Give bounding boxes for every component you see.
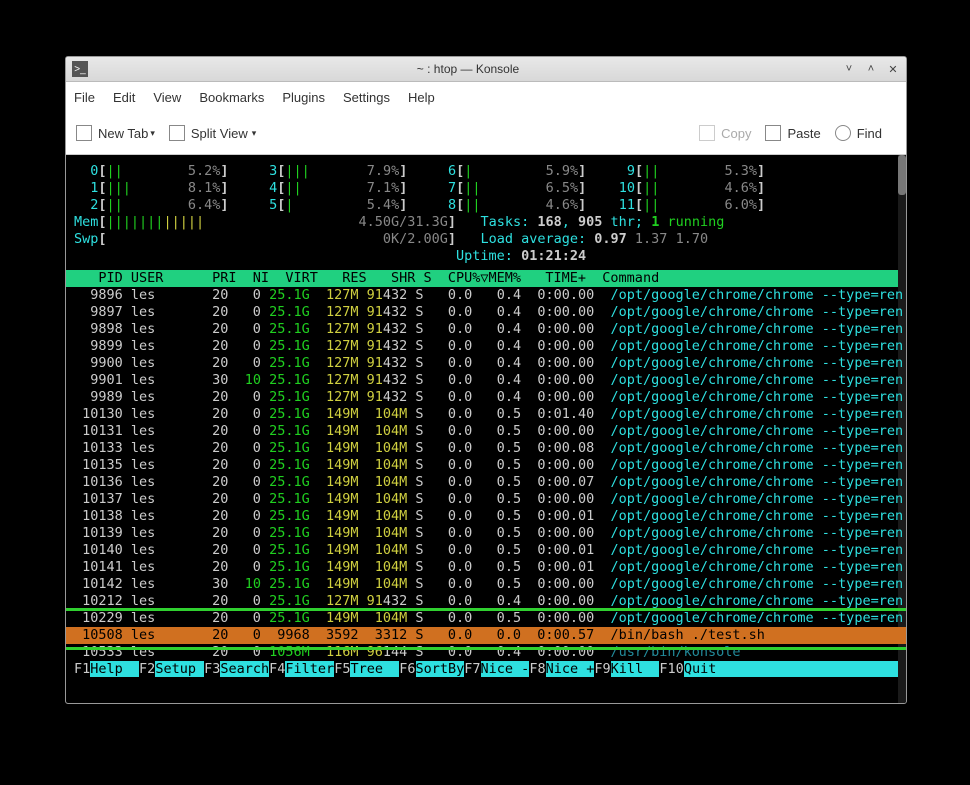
table-row[interactable]: 10140 les 20 0 25.1G 149M 104M S 0.0 0.5… <box>66 542 906 559</box>
swp-label: Swp <box>74 231 98 247</box>
table-row[interactable]: 10130 les 20 0 25.1G 149M 104M S 0.0 0.5… <box>66 406 906 423</box>
find-button[interactable]: Find <box>835 125 882 141</box>
maximize-button[interactable]: ˄ <box>864 62 878 76</box>
cpu-meters: 0[|| 5.2%] 3[||| 7.9%] 6[| 5.9%] 9[|| 5.… <box>66 163 906 214</box>
table-row[interactable]: 9899 les 20 0 25.1G 127M 91432 S 0.0 0.4… <box>66 338 906 355</box>
table-row[interactable]: 10135 les 20 0 25.1G 149M 104M S 0.0 0.5… <box>66 457 906 474</box>
table-row[interactable]: 10533 les 20 0 1056M 116M 96144 S 0.0 0.… <box>66 644 906 661</box>
table-row[interactable]: 10137 les 20 0 25.1G 149M 104M S 0.0 0.5… <box>66 491 906 508</box>
table-row[interactable]: 9900 les 20 0 25.1G 127M 91432 S 0.0 0.4… <box>66 355 906 372</box>
table-row[interactable]: 9901 les 30 10 25.1G 127M 91432 S 0.0 0.… <box>66 372 906 389</box>
process-header[interactable]: PID USER PRI NI VIRT RES SHR S CPU%▽MEM%… <box>66 270 906 287</box>
titlebar: >_ ~ : htop — Konsole ˅ ˄ ✕ <box>66 57 906 82</box>
table-row[interactable]: 10212 les 20 0 25.1G 127M 91432 S 0.0 0.… <box>66 593 906 610</box>
new-tab-icon <box>76 125 92 141</box>
menu-bookmarks[interactable]: Bookmarks <box>199 90 264 105</box>
split-view-button[interactable]: Split View ▾ <box>169 125 256 141</box>
close-button[interactable]: ✕ <box>886 62 900 76</box>
table-row[interactable]: 9898 les 20 0 25.1G 127M 91432 S 0.0 0.4… <box>66 321 906 338</box>
terminal-icon: >_ <box>72 61 88 77</box>
terminal[interactable]: 0[|| 5.2%] 3[||| 7.9%] 6[| 5.9%] 9[|| 5.… <box>66 155 906 703</box>
process-list[interactable]: 9896 les 20 0 25.1G 127M 91432 S 0.0 0.4… <box>66 287 906 661</box>
paste-icon <box>765 125 781 141</box>
load-label: Load average: <box>480 231 586 247</box>
scrollbar-thumb[interactable] <box>898 155 906 195</box>
mem-value: 4.50G/31.3G <box>359 214 448 230</box>
new-tab-button[interactable]: New Tab ▾ <box>76 125 155 141</box>
menubar: File Edit View Bookmarks Plugins Setting… <box>66 82 906 112</box>
swp-value: 0K/2.00G <box>383 231 448 247</box>
footer-bar[interactable]: F1Help F2Setup F3SearchF4FilterF5Tree F6… <box>66 661 906 678</box>
konsole-window: >_ ~ : htop — Konsole ˅ ˄ ✕ File Edit Vi… <box>65 56 907 704</box>
paste-button[interactable]: Paste <box>765 125 820 141</box>
mem-label: Mem <box>74 214 98 230</box>
copy-button[interactable]: Copy <box>699 125 751 141</box>
table-row[interactable]: 10508 les 20 0 9968 3592 3312 S 0.0 0.0 … <box>66 627 906 644</box>
new-tab-label: New Tab <box>98 126 148 141</box>
table-row[interactable]: 9989 les 20 0 25.1G 127M 91432 S 0.0 0.4… <box>66 389 906 406</box>
chevron-down-icon: ▾ <box>252 128 257 139</box>
uptime-label: Uptime: <box>456 248 513 264</box>
table-row[interactable]: 10138 les 20 0 25.1G 149M 104M S 0.0 0.5… <box>66 508 906 525</box>
chevron-down-icon: ▾ <box>150 128 155 139</box>
menu-edit[interactable]: Edit <box>113 90 135 105</box>
mem-swap-section: Mem[|||||||||||| 4.50G/31.3G] Tasks: 168… <box>66 214 906 265</box>
copy-icon <box>699 125 715 141</box>
window-title: ~ : htop — Konsole <box>94 62 842 76</box>
table-row[interactable]: 10139 les 20 0 25.1G 149M 104M S 0.0 0.5… <box>66 525 906 542</box>
copy-label: Copy <box>721 126 751 141</box>
menu-settings[interactable]: Settings <box>343 90 390 105</box>
table-row[interactable]: 9896 les 20 0 25.1G 127M 91432 S 0.0 0.4… <box>66 287 906 304</box>
menu-file[interactable]: File <box>74 90 95 105</box>
menu-plugins[interactable]: Plugins <box>282 90 325 105</box>
table-row[interactable]: 10131 les 20 0 25.1G 149M 104M S 0.0 0.5… <box>66 423 906 440</box>
table-row[interactable]: 9897 les 20 0 25.1G 127M 91432 S 0.0 0.4… <box>66 304 906 321</box>
split-view-icon <box>169 125 185 141</box>
menu-help[interactable]: Help <box>408 90 435 105</box>
toolbar: New Tab ▾ Split View ▾ Copy Paste Find <box>66 112 906 155</box>
table-row[interactable]: 10229 les 20 0 25.1G 149M 104M S 0.0 0.5… <box>66 610 906 627</box>
menu-view[interactable]: View <box>153 90 181 105</box>
minimize-button[interactable]: ˅ <box>842 62 856 76</box>
table-row[interactable]: 10142 les 30 10 25.1G 149M 104M S 0.0 0.… <box>66 576 906 593</box>
uptime-value: 01:21:24 <box>521 248 586 264</box>
search-icon <box>835 125 851 141</box>
split-view-label: Split View <box>191 126 248 141</box>
paste-label: Paste <box>787 126 820 141</box>
table-row[interactable]: 10133 les 20 0 25.1G 149M 104M S 0.0 0.5… <box>66 440 906 457</box>
table-row[interactable]: 10141 les 20 0 25.1G 149M 104M S 0.0 0.5… <box>66 559 906 576</box>
table-row[interactable]: 10136 les 20 0 25.1G 149M 104M S 0.0 0.5… <box>66 474 906 491</box>
find-label: Find <box>857 126 882 141</box>
